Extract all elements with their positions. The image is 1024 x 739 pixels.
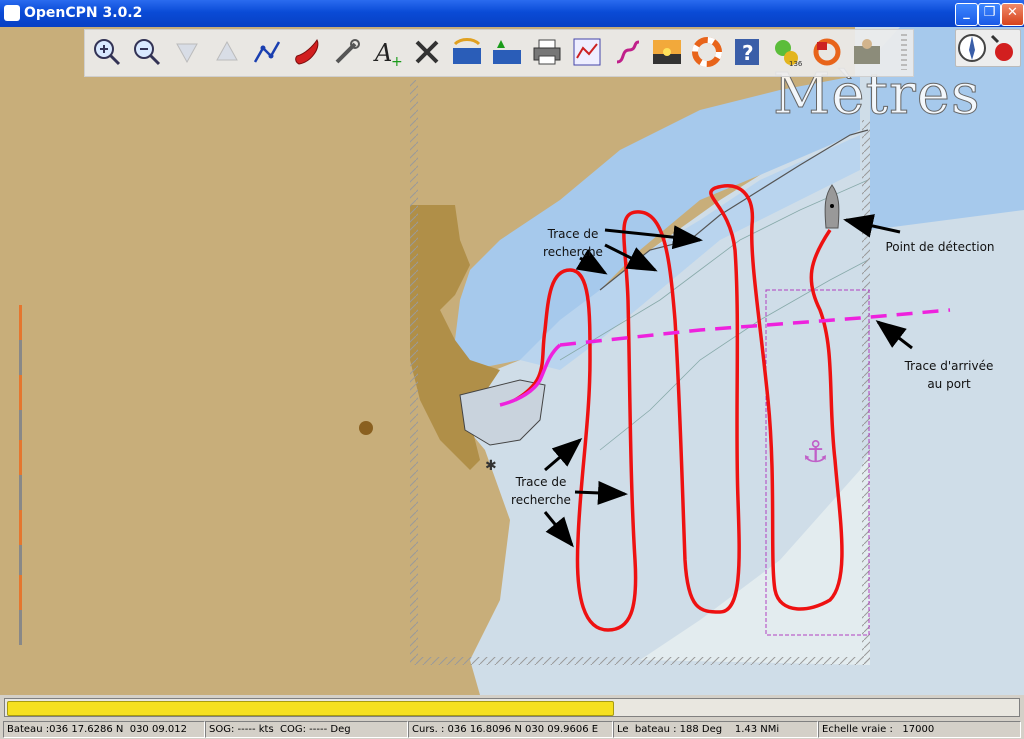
status-scale: Echelle vraie : 17000 — [818, 721, 1021, 738]
chart-boundary-bottom — [410, 657, 870, 665]
track-icon — [616, 40, 640, 64]
ship-icon — [295, 39, 319, 65]
annotation-detection-point: Point de détection — [885, 240, 995, 254]
settings-button[interactable] — [331, 36, 363, 68]
help-icon: ? — [735, 39, 759, 65]
maximize-button[interactable]: ❐ — [978, 3, 1001, 26]
annotation-arrival-track: Trace d'arrivée au port — [904, 359, 994, 391]
mob-button[interactable] — [691, 36, 723, 68]
route-icon — [253, 41, 281, 63]
status-boat-position: Bateau :036 17.6286 N 030 09.012 — [3, 721, 205, 738]
mob-icon — [813, 38, 841, 66]
arrow — [574, 480, 628, 505]
zoom-in-icon — [94, 39, 121, 66]
status-cursor-position: Curs. : 036 16.8096 N 030 09.9606 E — [408, 721, 613, 738]
color-scheme-button[interactable] — [651, 36, 683, 68]
progress-bar — [4, 698, 1020, 717]
route-manager-button[interactable] — [571, 36, 603, 68]
tide-button[interactable] — [411, 36, 443, 68]
tide-icon — [415, 40, 439, 64]
print-icon — [533, 39, 561, 65]
anchorage-icon: ⚓ — [802, 435, 829, 470]
scale-up-button[interactable] — [211, 36, 243, 68]
app-icon — [4, 5, 20, 21]
close-icon: ✕ — [1007, 5, 1018, 20]
progress-fill — [7, 701, 614, 716]
compass-icon — [958, 34, 1013, 62]
text-button[interactable]: A + — [371, 36, 403, 70]
depth-icon — [493, 40, 521, 64]
zoom-out-button[interactable] — [131, 36, 163, 68]
plugin-button[interactable] — [851, 36, 883, 68]
color-scheme-icon — [653, 40, 681, 64]
scale-down-icon — [176, 43, 198, 64]
svg-text:?: ? — [742, 41, 754, 65]
ais-icon: 136 — [775, 40, 803, 68]
window-title: OpenCPN 3.0.2 — [24, 5, 143, 21]
status-bar: Bateau :036 17.6286 N 030 09.012 SOG: --… — [0, 719, 1024, 739]
minimize-icon: _ — [963, 5, 970, 20]
track-button[interactable] — [611, 36, 643, 68]
annotation-search-track-bottom: Trace de recherche — [511, 475, 571, 507]
zoom-out-icon — [134, 39, 161, 66]
close-button[interactable]: ✕ — [1001, 3, 1024, 26]
ais-button[interactable]: 136 — [771, 36, 803, 68]
follow-ship-button[interactable] — [291, 36, 323, 68]
scale-down-button[interactable] — [171, 36, 203, 68]
current-button[interactable] — [451, 36, 483, 68]
main-toolbar: A + ? 136 — [84, 29, 914, 77]
svg-text:A: A — [373, 39, 392, 67]
title-bar: OpenCPN 3.0.2 _ ❐ ✕ — [0, 0, 1024, 27]
current-icon — [453, 38, 481, 64]
lifebuoy-icon — [692, 37, 722, 67]
mob-alarm-button[interactable] — [811, 36, 843, 68]
depth-button[interactable] — [491, 36, 523, 68]
status-sog-cog: SOG: ----- kts COG: ----- Deg — [205, 721, 408, 738]
wreck-icon: ✱ — [485, 458, 497, 474]
progress-area — [0, 695, 1024, 719]
compass-widget[interactable] — [955, 29, 1021, 67]
boat-position-dot — [830, 204, 834, 208]
svg-text:+: + — [391, 54, 403, 68]
status-bearing-distance: Le bateau : 188 Deg 1.43 NMi — [613, 721, 818, 738]
scale-up-icon — [216, 40, 238, 61]
route-button[interactable] — [251, 36, 283, 68]
plugin-icon — [854, 39, 880, 64]
marker-dot — [359, 421, 373, 435]
svg-text:136: 136 — [789, 60, 803, 68]
print-button[interactable] — [531, 36, 563, 68]
settings-icon — [335, 39, 360, 64]
restore-icon: ❐ — [983, 5, 996, 20]
chart-canvas[interactable]: ⚓ ✱ Trace de recherche Trace de recherch… — [0, 27, 1024, 695]
route-manager-icon — [573, 38, 601, 66]
toolbar-grip[interactable] — [901, 34, 907, 70]
help-button[interactable]: ? — [731, 36, 763, 68]
chart-boundary-left — [410, 80, 418, 665]
text-icon: A+ — [373, 39, 403, 70]
minimize-button[interactable]: _ — [955, 3, 978, 26]
zoom-in-button[interactable] — [91, 36, 123, 68]
annotation-search-track-top: Trace de recherche — [543, 227, 603, 259]
